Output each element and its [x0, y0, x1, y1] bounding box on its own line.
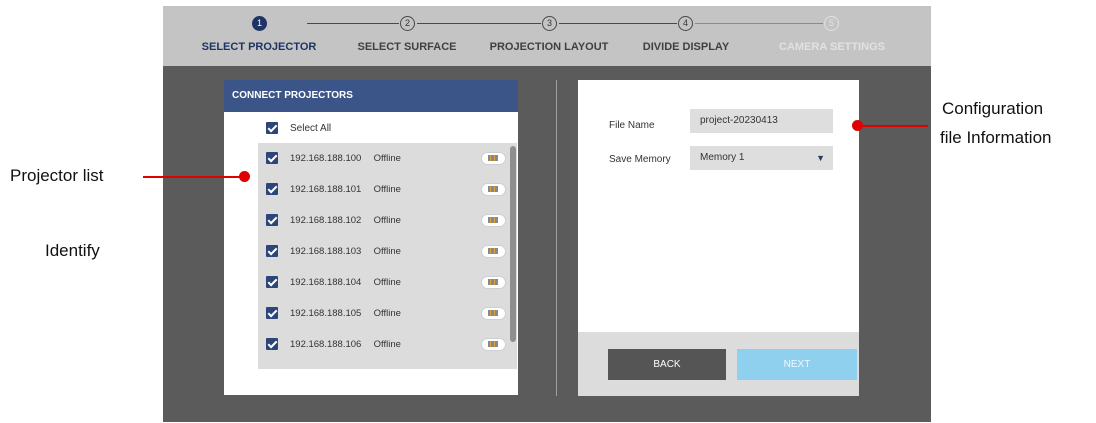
projector-row[interactable]: 192.168.188.105 Offline — [258, 302, 506, 324]
projector-row[interactable]: 192.168.188.100 Offline — [258, 147, 506, 169]
projector-ip: 192.168.188.106 — [290, 338, 362, 350]
file-name-label: File Name — [609, 120, 655, 131]
projector-checkbox[interactable] — [266, 276, 278, 288]
projector-wizard-window: 1 2 3 4 5 SELECT PROJECTOR SELECT SURFAC… — [163, 6, 931, 422]
projector-checkbox[interactable] — [266, 183, 278, 195]
step-2-indicator: 2 — [400, 16, 415, 31]
wizard-footer: BACK NEXT — [578, 332, 859, 396]
identify-projector-icon — [488, 186, 499, 192]
step-connector — [559, 23, 677, 24]
projector-list-scrollbar[interactable] — [510, 146, 516, 342]
identify-projector-icon — [488, 248, 499, 254]
identify-projector-icon — [488, 341, 499, 347]
annotation-projector-list: Projector list — [10, 166, 104, 185]
projector-status: Offline — [373, 338, 401, 350]
projector-status: Offline — [373, 152, 401, 164]
projector-status: Offline — [373, 307, 401, 319]
step-4-indicator: 4 — [678, 16, 693, 31]
projector-checkbox[interactable] — [266, 307, 278, 319]
projector-status: Offline — [373, 183, 401, 195]
back-button[interactable]: BACK — [608, 349, 726, 380]
step-connector — [307, 23, 399, 24]
annotation-config-line1: Configuration — [942, 99, 1044, 118]
identify-projector-icon — [488, 279, 499, 285]
annotation-identify: Identify — [45, 241, 100, 260]
projector-status: Offline — [373, 214, 401, 226]
annotation-marker — [239, 171, 250, 182]
identify-projector-icon — [488, 155, 499, 161]
identify-button[interactable] — [480, 337, 506, 351]
projector-row[interactable]: 192.168.188.106 Offline — [258, 333, 506, 355]
step-connector — [417, 23, 541, 24]
identify-button[interactable] — [480, 151, 506, 165]
configuration-panel: File Name project-20230413 Save Memory M… — [578, 80, 859, 396]
file-name-field[interactable]: project-20230413 — [690, 109, 833, 133]
annotation-config-line2: file Information — [940, 128, 1052, 147]
projector-ip: 192.168.188.101 — [290, 183, 362, 195]
tab-select-projector[interactable]: SELECT PROJECTOR — [202, 41, 317, 53]
dropdown-arrow-icon: ▼ — [816, 153, 825, 163]
identify-projector-icon — [488, 310, 499, 316]
projector-ip: 192.168.188.103 — [290, 245, 362, 257]
projector-ip: 192.168.188.104 — [290, 276, 362, 288]
identify-button[interactable] — [480, 306, 506, 320]
step-3-indicator: 3 — [542, 16, 557, 31]
projector-checkbox[interactable] — [266, 214, 278, 226]
save-memory-value: Memory 1 — [700, 152, 745, 163]
projector-ip: 192.168.188.102 — [290, 214, 362, 226]
select-all-row[interactable]: Select All — [266, 122, 331, 134]
save-memory-label: Save Memory — [609, 154, 671, 165]
tab-projection-layout[interactable]: PROJECTION LAYOUT — [490, 41, 609, 53]
identify-button[interactable] — [480, 213, 506, 227]
identify-button[interactable] — [480, 244, 506, 258]
projector-row[interactable]: 192.168.188.102 Offline — [258, 209, 506, 231]
select-all-label: Select All — [290, 122, 332, 134]
panel-divider — [556, 80, 557, 396]
step-1-indicator: 1 — [252, 16, 267, 31]
tab-camera-settings: CAMERA SETTINGS — [779, 41, 885, 53]
connect-projectors-panel: CONNECT PROJECTORS Select All 192.168.18… — [224, 80, 518, 395]
projector-ip: 192.168.188.100 — [290, 152, 362, 164]
next-button[interactable]: NEXT — [737, 349, 857, 380]
projector-ip: 192.168.188.105 — [290, 307, 362, 319]
projector-checkbox[interactable] — [266, 245, 278, 257]
identify-button[interactable] — [480, 182, 506, 196]
annotation-leader-line — [143, 176, 243, 178]
wizard-stepper: 1 2 3 4 5 SELECT PROJECTOR SELECT SURFAC… — [163, 6, 931, 66]
connect-projectors-header: CONNECT PROJECTORS — [224, 80, 518, 112]
annotation-leader-line — [860, 125, 928, 127]
identify-button[interactable] — [480, 275, 506, 289]
projector-row[interactable]: 192.168.188.101 Offline — [258, 178, 506, 200]
projector-list[interactable]: 192.168.188.100 Offline 192.168.188.101 … — [258, 143, 517, 369]
projector-checkbox[interactable] — [266, 338, 278, 350]
projector-row[interactable]: 192.168.188.103 Offline — [258, 240, 506, 262]
annotation-marker — [852, 120, 863, 131]
select-all-checkbox[interactable] — [266, 122, 278, 134]
projector-status: Offline — [373, 276, 401, 288]
projector-status: Offline — [373, 245, 401, 257]
step-5-indicator: 5 — [824, 16, 839, 31]
identify-projector-icon — [488, 217, 499, 223]
projector-checkbox[interactable] — [266, 152, 278, 164]
tab-divide-display[interactable]: DIVIDE DISPLAY — [643, 41, 729, 53]
save-memory-dropdown[interactable]: Memory 1 ▼ — [690, 146, 833, 170]
step-connector — [695, 23, 823, 24]
projector-row[interactable]: 192.168.188.104 Offline — [258, 271, 506, 293]
tab-select-surface[interactable]: SELECT SURFACE — [357, 41, 456, 53]
